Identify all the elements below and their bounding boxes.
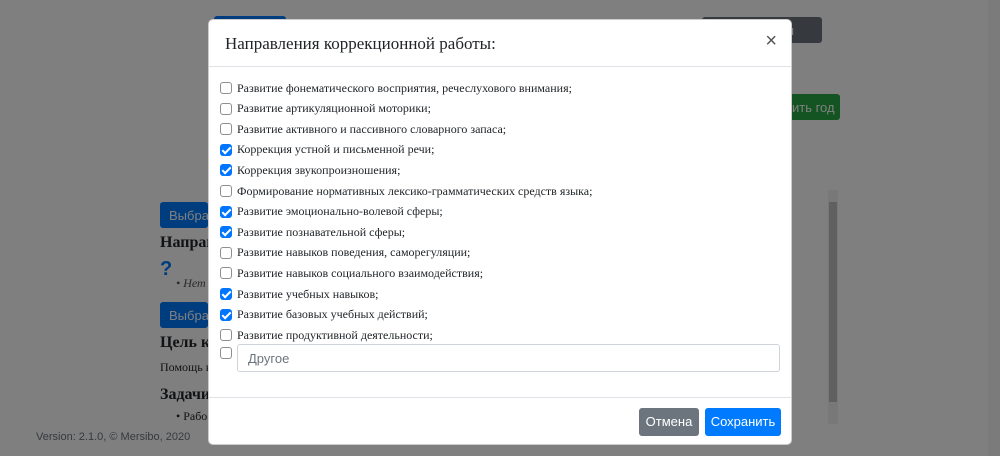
direction-label[interactable]: Развитие познавательной сферы;: [237, 225, 405, 240]
direction-label[interactable]: Развитие активного и пассивного словарно…: [237, 122, 506, 137]
direction-checkbox[interactable]: [220, 123, 232, 136]
direction-label[interactable]: Развитие артикуляционной моторики;: [237, 101, 431, 116]
direction-label[interactable]: Развитие базовых учебных действий;: [237, 307, 428, 322]
direction-label[interactable]: Развитие фонематического восприятия, реч…: [237, 81, 572, 96]
direction-label[interactable]: Коррекция звукопроизношения;: [237, 163, 400, 178]
close-icon[interactable]: ×: [765, 30, 777, 53]
direction-item[interactable]: Развитие активного и пассивного словарно…: [220, 119, 506, 139]
direction-checkbox[interactable]: [220, 82, 232, 94]
direction-label[interactable]: Коррекция устной и письменной речи;: [237, 142, 434, 157]
direction-checkbox[interactable]: [220, 226, 232, 239]
direction-checkbox[interactable]: [220, 267, 232, 280]
direction-label[interactable]: Формирование нормативных лексико-граммат…: [237, 184, 592, 199]
direction-item[interactable]: Развитие познавательной сферы;: [220, 222, 405, 242]
direction-item[interactable]: Развитие навыков социального взаимодейст…: [220, 263, 483, 283]
direction-checkbox[interactable]: [220, 246, 232, 259]
other-checkbox[interactable]: [220, 347, 232, 359]
direction-item[interactable]: Развитие артикуляционной моторики;: [220, 99, 431, 119]
direction-item[interactable]: Развитие продуктивной деятельности;: [220, 325, 433, 345]
correction-directions-modal: Направления коррекционной работы: × Разв…: [208, 19, 792, 445]
direction-checkbox[interactable]: [220, 288, 232, 300]
direction-label[interactable]: Развитие навыков социального взаимодейст…: [237, 266, 483, 281]
direction-checkbox[interactable]: [220, 164, 232, 177]
direction-checkbox[interactable]: [220, 185, 232, 197]
direction-checkbox[interactable]: [220, 205, 232, 218]
modal-body: Развитие фонематического восприятия, реч…: [209, 67, 791, 397]
direction-item[interactable]: Развитие навыков поведения, саморегуляци…: [220, 243, 470, 263]
modal-header: Направления коррекционной работы: ×: [209, 20, 791, 67]
direction-item[interactable]: Коррекция устной и письменной речи;: [220, 140, 434, 160]
direction-checkbox[interactable]: [220, 143, 232, 156]
direction-item[interactable]: Коррекция звукопроизношения;: [220, 160, 400, 180]
direction-checkbox[interactable]: [220, 329, 232, 342]
other-checkbox-row[interactable]: [220, 343, 232, 363]
direction-checkbox[interactable]: [220, 102, 232, 115]
modal-footer: Отмена Сохранить: [209, 397, 791, 445]
window-scrollbar[interactable]: [988, 0, 1000, 456]
direction-label[interactable]: Развитие учебных навыков;: [237, 287, 378, 302]
direction-label[interactable]: Развитие навыков поведения, саморегуляци…: [237, 245, 470, 260]
direction-item[interactable]: Развитие базовых учебных действий;: [220, 305, 428, 325]
direction-item[interactable]: Формирование нормативных лексико-граммат…: [220, 181, 592, 201]
modal-title: Направления коррекционной работы:: [225, 34, 496, 53]
direction-label[interactable]: Развитие продуктивной деятельности;: [237, 328, 433, 343]
direction-checkbox[interactable]: [220, 308, 232, 321]
direction-item[interactable]: Развитие учебных навыков;: [220, 284, 378, 304]
cancel-button[interactable]: Отмена: [639, 408, 699, 436]
direction-item[interactable]: Развитие фонематического восприятия, реч…: [220, 78, 572, 98]
save-button[interactable]: Сохранить: [705, 408, 781, 436]
direction-label[interactable]: Развитие эмоционально-волевой сферы;: [237, 204, 443, 219]
direction-item[interactable]: Развитие эмоционально-волевой сферы;: [220, 202, 443, 222]
other-input[interactable]: [237, 344, 780, 372]
